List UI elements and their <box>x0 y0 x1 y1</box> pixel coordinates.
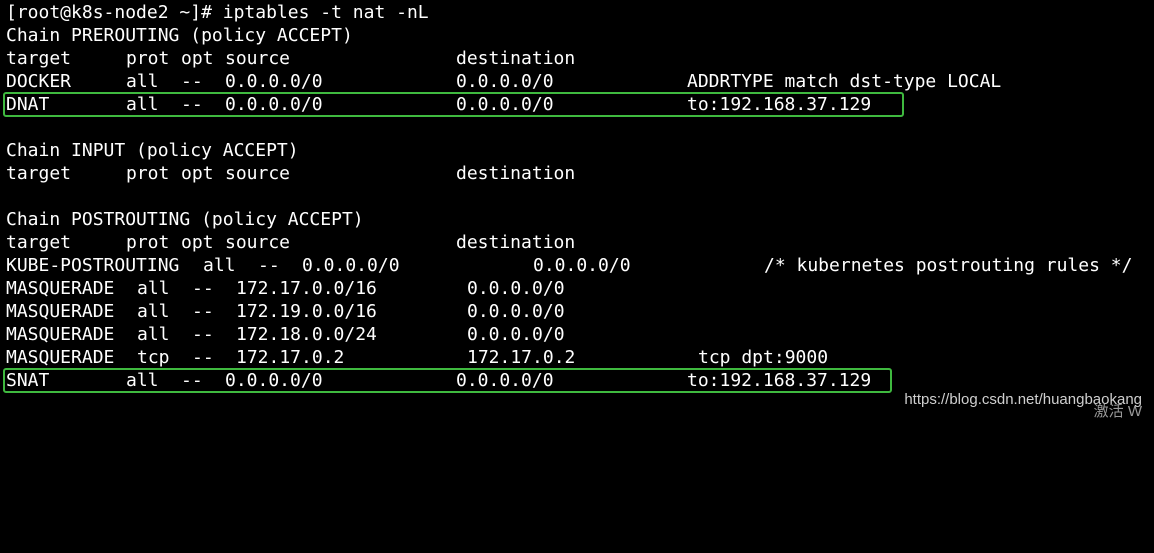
col-prot-header: prot <box>126 163 170 184</box>
rule-opt: -- <box>181 71 203 92</box>
rule-prot: all <box>126 370 159 391</box>
rule-prot: tcp <box>137 347 170 368</box>
rule-target: MASQUERADE <box>6 347 115 368</box>
prompt-command: [root@k8s-node2 ~]# iptables -t nat -nL <box>6 2 429 23</box>
rule-destination: 0.0.0.0/0 <box>467 301 565 322</box>
rule-source: 0.0.0.0/0 <box>225 71 323 92</box>
rule-extra: tcp dpt:9000 <box>698 347 829 368</box>
rule-row-dnat: DNAT all -- 0.0.0.0/0 0.0.0.0/0 to:192.1… <box>6 93 1154 116</box>
rule-opt: -- <box>192 301 214 322</box>
activate-windows-watermark: 激活 W <box>1093 403 1142 420</box>
rule-row: MASQUERADE all -- 172.17.0.0/16 0.0.0.0/… <box>6 277 1154 300</box>
rule-prot: all <box>203 255 236 276</box>
chain-header-prerouting: Chain PREROUTING (policy ACCEPT) <box>6 24 1154 47</box>
rule-destination: 0.0.0.0/0 <box>467 324 565 345</box>
rule-source: 172.19.0.0/16 <box>236 301 377 322</box>
rule-source: 0.0.0.0/0 <box>225 370 323 391</box>
col-opt-header: opt <box>181 48 214 69</box>
command-line: [root@k8s-node2 ~]# iptables -t nat -nL <box>6 1 1154 24</box>
col-prot-header: prot <box>126 48 170 69</box>
terminal-window[interactable]: [root@k8s-node2 ~]# iptables -t nat -nL … <box>0 0 1154 420</box>
rule-prot: all <box>137 278 170 299</box>
rule-opt: -- <box>181 94 203 115</box>
rule-prot: all <box>126 94 159 115</box>
col-source-header: source <box>225 48 291 69</box>
rule-prot: all <box>126 71 159 92</box>
rule-destination: 0.0.0.0/0 <box>456 370 554 391</box>
rule-opt: -- <box>192 278 214 299</box>
rule-opt: -- <box>192 324 214 345</box>
rule-prot: all <box>137 324 170 345</box>
rule-row: KUBE-POSTROUTING all -- 0.0.0.0/0 0.0.0.… <box>6 254 1154 277</box>
rule-target: KUBE-POSTROUTING <box>6 255 180 276</box>
col-target-header: target <box>6 163 72 184</box>
rule-target: MASQUERADE <box>6 324 115 345</box>
rule-destination: 172.17.0.2 <box>467 347 576 368</box>
col-opt-header: opt <box>181 163 214 184</box>
rule-source: 0.0.0.0/0 <box>302 255 400 276</box>
chain-header-input: Chain INPUT (policy ACCEPT) <box>6 139 1154 162</box>
col-destination-header: destination <box>456 48 576 69</box>
rule-extra: to:192.168.37.129 <box>687 94 872 115</box>
column-header-row: target prot opt source destination <box>6 47 1154 70</box>
rule-opt: -- <box>192 347 214 368</box>
col-opt-header: opt <box>181 232 214 253</box>
chain-title: Chain INPUT (policy ACCEPT) <box>6 140 299 161</box>
rule-destination: 0.0.0.0/0 <box>467 278 565 299</box>
col-target-header: target <box>6 48 72 69</box>
column-header-row: target prot opt source destination <box>6 231 1154 254</box>
chain-title: Chain PREROUTING (policy ACCEPT) <box>6 25 353 46</box>
col-target-header: target <box>6 232 72 253</box>
rule-target: MASQUERADE <box>6 301 115 322</box>
rule-source: 172.18.0.0/24 <box>236 324 377 345</box>
rule-target: MASQUERADE <box>6 278 115 299</box>
rule-source: 0.0.0.0/0 <box>225 94 323 115</box>
rule-target: DNAT <box>6 94 50 115</box>
rule-row: DOCKER all -- 0.0.0.0/0 0.0.0.0/0 ADDRTY… <box>6 70 1154 93</box>
rule-destination: 0.0.0.0/0 <box>533 255 631 276</box>
rule-opt: -- <box>181 370 203 391</box>
col-prot-header: prot <box>126 232 170 253</box>
rule-target: SNAT <box>6 370 50 391</box>
rule-extra: /* kubernetes postrouting rules */ <box>764 255 1133 276</box>
col-destination-header: destination <box>456 163 576 184</box>
rule-destination: 0.0.0.0/0 <box>456 94 554 115</box>
column-header-row: target prot opt source destination <box>6 162 1154 185</box>
rule-extra: ADDRTYPE match dst-type LOCAL <box>687 71 1002 92</box>
rule-row: MASQUERADE all -- 172.18.0.0/24 0.0.0.0/… <box>6 323 1154 346</box>
rule-source: 172.17.0.2 <box>236 347 345 368</box>
rule-row: MASQUERADE all -- 172.19.0.0/16 0.0.0.0/… <box>6 300 1154 323</box>
rule-target: DOCKER <box>6 71 72 92</box>
rule-extra: to:192.168.37.129 <box>687 370 872 391</box>
rule-row: MASQUERADE tcp -- 172.17.0.2 172.17.0.2 … <box>6 346 1154 369</box>
col-source-header: source <box>225 232 291 253</box>
chain-title: Chain POSTROUTING (policy ACCEPT) <box>6 209 364 230</box>
col-source-header: source <box>225 163 291 184</box>
rule-opt: -- <box>258 255 280 276</box>
col-destination-header: destination <box>456 232 576 253</box>
rule-destination: 0.0.0.0/0 <box>456 71 554 92</box>
rule-prot: all <box>137 301 170 322</box>
rule-source: 172.17.0.0/16 <box>236 278 377 299</box>
chain-header-postrouting: Chain POSTROUTING (policy ACCEPT) <box>6 208 1154 231</box>
